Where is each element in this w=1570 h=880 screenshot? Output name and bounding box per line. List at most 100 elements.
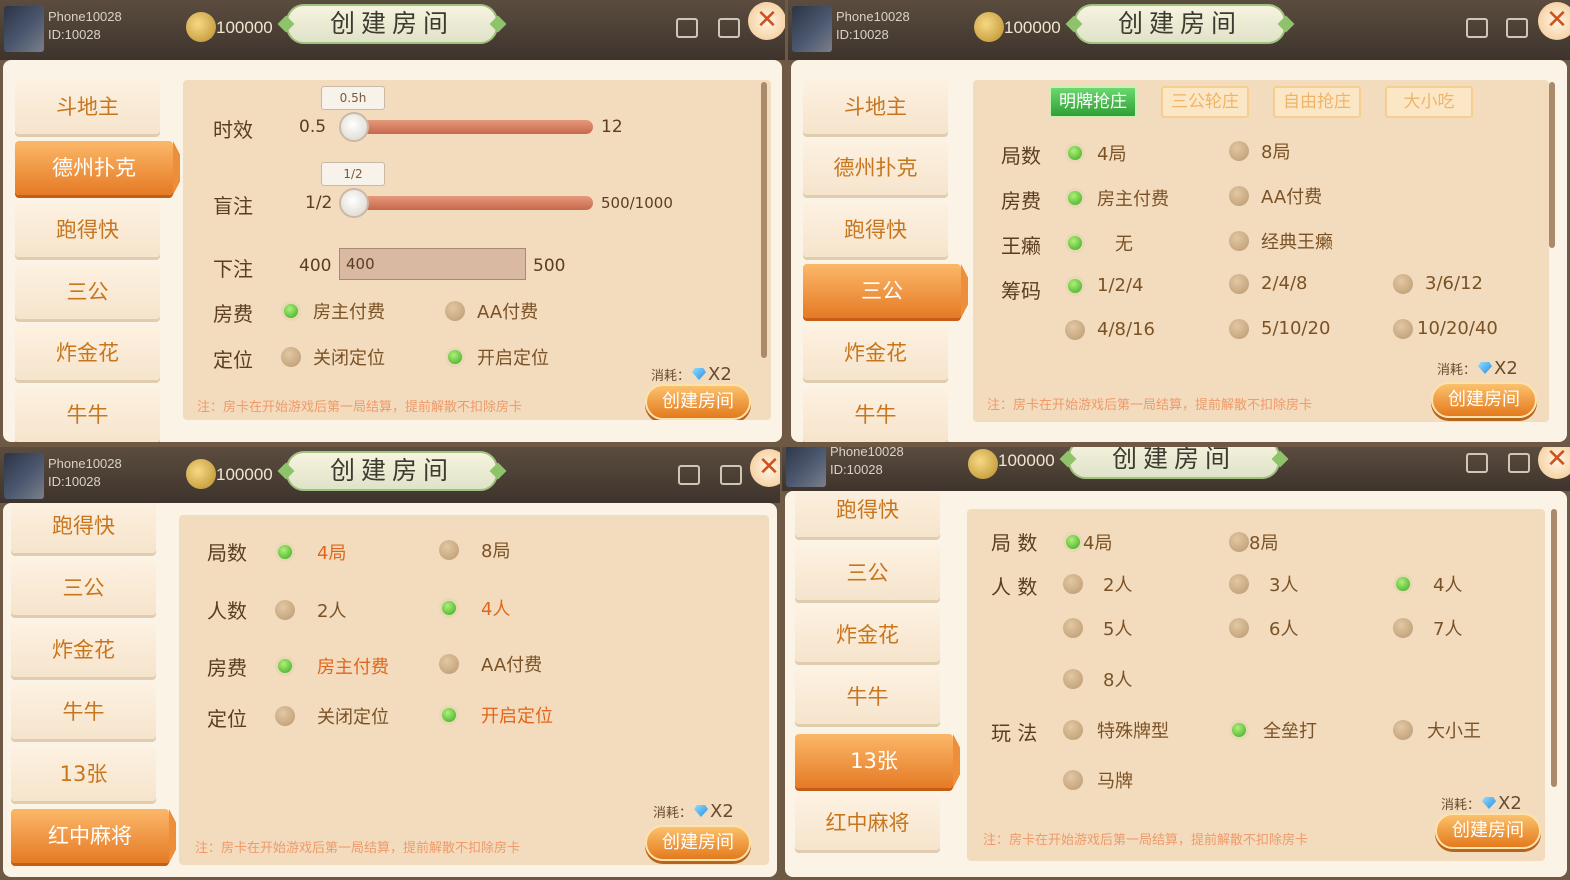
sidebar-item[interactable]: 斗地主: [803, 80, 948, 134]
rounds-option[interactable]: 4局: [275, 539, 346, 565]
location-option-on[interactable]: 开启定位: [445, 344, 549, 370]
sidebar-item[interactable]: 13张: [11, 747, 156, 801]
avatar[interactable]: [786, 447, 826, 487]
scrollbar[interactable]: [761, 82, 767, 358]
play-option[interactable]: 全垒打: [1229, 717, 1317, 743]
sidebar-item[interactable]: 牛牛: [795, 670, 940, 724]
play-option[interactable]: 大小王: [1393, 717, 1481, 743]
players-option[interactable]: 8人: [1063, 666, 1132, 692]
tab-mingpai[interactable]: 明牌抢庄: [1049, 86, 1137, 118]
sidebar-item[interactable]: 德州扑克: [803, 141, 948, 195]
mail-icon[interactable]: [1506, 18, 1528, 38]
sidebar-item[interactable]: 三公: [11, 561, 156, 615]
mail-icon[interactable]: [720, 465, 742, 485]
sidebar-item[interactable]: 牛牛: [803, 388, 948, 442]
location-option[interactable]: 开启定位: [439, 702, 553, 728]
players-option[interactable]: 6人: [1229, 615, 1298, 641]
blind-slider[interactable]: [353, 196, 593, 210]
sidebar-item-active[interactable]: 德州扑克: [15, 141, 180, 195]
bet-input[interactable]: 400: [339, 248, 526, 280]
coin-icon: [186, 459, 216, 489]
blind-slider-handle[interactable]: [339, 188, 369, 218]
joker-option[interactable]: 无: [1065, 230, 1133, 256]
tab-ziyou[interactable]: 自由抢庄: [1273, 86, 1361, 118]
mail-icon[interactable]: [1508, 453, 1530, 473]
play-option[interactable]: 马牌: [1063, 767, 1133, 793]
calendar-icon[interactable]: [676, 18, 698, 38]
players-option[interactable]: 2人: [1063, 571, 1132, 597]
chips-option[interactable]: 2/4/8: [1229, 273, 1308, 294]
rounds-option[interactable]: 4局: [1063, 529, 1112, 555]
location-option[interactable]: 关闭定位: [275, 703, 389, 729]
sidebar-item[interactable]: 炸金花: [11, 623, 156, 677]
players-option[interactable]: 7人: [1393, 615, 1462, 641]
sidebar-item[interactable]: 跑得快: [803, 203, 948, 257]
close-button[interactable]: ✕: [748, 2, 785, 40]
coin-balance: 100000: [216, 465, 273, 484]
rounds-option[interactable]: 8局: [439, 537, 510, 563]
sidebar-item[interactable]: 牛牛: [11, 685, 156, 739]
fee-option[interactable]: 房主付费: [1065, 185, 1169, 211]
close-button[interactable]: ✕: [1538, 447, 1570, 479]
chips-option[interactable]: 4/8/16: [1065, 319, 1155, 340]
sidebar-item[interactable]: 炸金花: [15, 326, 160, 380]
fee-option-host[interactable]: 房主付费: [281, 298, 385, 324]
time-slider[interactable]: [353, 120, 593, 134]
sidebar-item[interactable]: 炸金花: [795, 608, 940, 662]
calendar-icon[interactable]: [678, 465, 700, 485]
close-button[interactable]: ✕: [1538, 2, 1570, 40]
sidebar-item[interactable]: 三公: [795, 546, 940, 600]
tab-lunzhuang[interactable]: 三公轮庄: [1161, 86, 1249, 118]
sidebar-item-active[interactable]: 红中麻将: [11, 809, 176, 863]
play-option[interactable]: 特殊牌型: [1063, 717, 1169, 743]
create-room-button[interactable]: 创建房间: [1435, 813, 1541, 849]
sidebar-item[interactable]: 牛牛: [15, 388, 160, 442]
players-option[interactable]: 2人: [275, 597, 346, 623]
fee-option[interactable]: AA付费: [439, 651, 542, 677]
fee-option[interactable]: 房主付费: [275, 653, 389, 679]
players-option[interactable]: 3人: [1229, 571, 1298, 597]
avatar[interactable]: [4, 6, 44, 52]
time-max: 12: [601, 117, 623, 137]
radio-icon: [1229, 231, 1249, 251]
chips-option[interactable]: 5/10/20: [1229, 318, 1330, 339]
rounds-option[interactable]: 8局: [1229, 138, 1290, 164]
create-room-button[interactable]: 创建房间: [645, 384, 751, 420]
fee-option[interactable]: AA付费: [1229, 183, 1322, 209]
scrollbar[interactable]: [1549, 82, 1555, 248]
calendar-icon[interactable]: [1466, 453, 1488, 473]
sidebar-item-active[interactable]: 三公: [803, 264, 968, 318]
page-title: 创建房间: [286, 4, 498, 44]
avatar[interactable]: [792, 6, 832, 52]
radio-icon: [445, 301, 465, 321]
close-button[interactable]: ✕: [750, 449, 780, 487]
scrollbar[interactable]: [1551, 509, 1557, 787]
sidebar-item[interactable]: 斗地主: [15, 80, 160, 134]
tab-daxiaochi[interactable]: 大小吃: [1385, 86, 1473, 118]
chips-option[interactable]: 10/20/40: [1393, 318, 1498, 339]
sidebar-item[interactable]: 三公: [15, 265, 160, 319]
rounds-option[interactable]: 8局: [1229, 529, 1278, 555]
time-slider-handle[interactable]: [339, 112, 369, 142]
chips-option[interactable]: 1/2/4: [1065, 275, 1144, 296]
sidebar-item[interactable]: 红中麻将: [795, 796, 940, 850]
players-option[interactable]: 4人: [1393, 571, 1462, 597]
sidebar-item[interactable]: 炸金花: [803, 326, 948, 380]
players-option[interactable]: 5人: [1063, 615, 1132, 641]
create-room-button[interactable]: 创建房间: [645, 825, 751, 861]
rounds-option[interactable]: 4局: [1065, 140, 1126, 166]
chips-option[interactable]: 3/6/12: [1393, 273, 1483, 294]
sidebar-item[interactable]: 跑得快: [15, 203, 160, 257]
joker-option[interactable]: 经典王癞: [1229, 228, 1333, 254]
fee-option-aa[interactable]: AA付费: [445, 298, 538, 324]
create-room-button[interactable]: 创建房间: [1431, 382, 1537, 418]
avatar[interactable]: [4, 453, 44, 499]
sidebar-item[interactable]: 跑得快: [795, 491, 940, 537]
sidebar-item[interactable]: 跑得快: [11, 503, 156, 553]
mail-icon[interactable]: [718, 18, 740, 38]
players-option[interactable]: 4人: [439, 595, 510, 621]
dialog-frame: 跑得快 三公 炸金花 牛牛 13张 红中麻将 局 数 4局 8局 人 数 2人 …: [785, 491, 1567, 877]
calendar-icon[interactable]: [1466, 18, 1488, 38]
location-option-off[interactable]: 关闭定位: [281, 344, 385, 370]
sidebar-item-active[interactable]: 13张: [795, 734, 960, 788]
